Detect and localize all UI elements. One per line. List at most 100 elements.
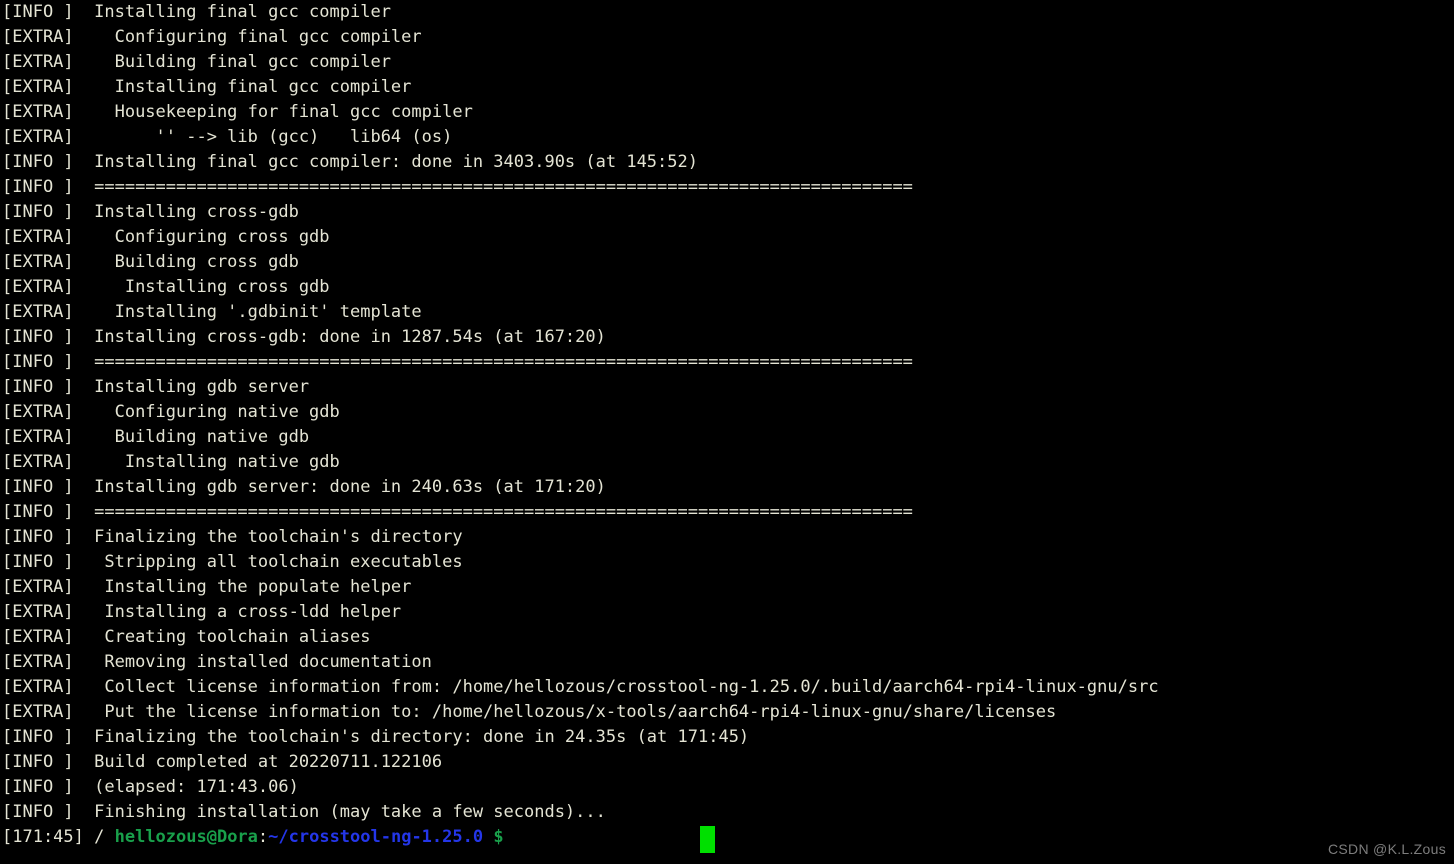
log-level-tag: [INFO ] xyxy=(2,177,74,197)
log-message: Removing installed documentation xyxy=(73,652,432,672)
terminal-line: [INFO ] ================================… xyxy=(2,350,1159,375)
prompt-colon: : xyxy=(257,827,269,847)
terminal-line: [INFO ] (elapsed: 171:43.06) xyxy=(2,775,1159,800)
text-cursor[interactable] xyxy=(700,826,715,853)
log-message: Installing native gdb xyxy=(73,452,340,472)
log-message: Building final gcc compiler xyxy=(73,52,391,72)
terminal-line: [EXTRA] Installing a cross-ldd helper xyxy=(2,600,1159,625)
prompt-dollar-sign: $ xyxy=(483,827,504,847)
terminal-line: [INFO ] ================================… xyxy=(2,500,1159,525)
log-message: Finishing installation (may take a few s… xyxy=(73,802,606,822)
log-message: Installing gdb server: done in 240.63s (… xyxy=(73,477,606,497)
log-message: Installing a cross-ldd helper xyxy=(73,602,402,622)
terminal-line: [EXTRA] Configuring final gcc compiler xyxy=(2,25,1159,50)
terminal-line: [INFO ] Finishing installation (may take… xyxy=(2,800,1159,825)
log-level-tag: [INFO ] xyxy=(2,802,74,822)
shell-prompt-line: [171:45] / hellozous@Dora:~/crosstool-ng… xyxy=(2,825,504,850)
log-message: ========================================… xyxy=(73,352,913,372)
terminal-line: [INFO ] Build completed at 20220711.1221… xyxy=(2,750,1159,775)
log-message: Installing gdb server xyxy=(73,377,310,397)
log-level-tag: [INFO ] xyxy=(2,152,74,172)
log-level-tag: [INFO ] xyxy=(2,327,74,347)
log-level-tag: [EXTRA] xyxy=(2,452,74,472)
log-message: Configuring native gdb xyxy=(73,402,340,422)
log-message: Configuring cross gdb xyxy=(73,227,330,247)
terminal-line: [INFO ] Installing cross-gdb: done in 12… xyxy=(2,325,1159,350)
log-level-tag: [EXTRA] xyxy=(2,602,74,622)
terminal-line: [EXTRA] Collect license information from… xyxy=(2,675,1159,700)
prompt-working-directory: ~/crosstool-ng-1.25.0 xyxy=(268,827,484,847)
log-message: Put the license information to: /home/he… xyxy=(73,702,1057,722)
log-level-tag: [EXTRA] xyxy=(2,677,74,697)
log-level-tag: [EXTRA] xyxy=(2,277,74,297)
log-level-tag: [INFO ] xyxy=(2,202,74,222)
log-message: Installing final gcc compiler xyxy=(73,2,391,22)
log-level-tag: [INFO ] xyxy=(2,552,74,572)
terminal-line: [EXTRA] Building native gdb xyxy=(2,425,1159,450)
log-message: Installing '.gdbinit' template xyxy=(73,302,422,322)
terminal-line: [EXTRA] Creating toolchain aliases xyxy=(2,625,1159,650)
log-message: Collect license information from: /home/… xyxy=(73,677,1159,697)
terminal-line: [INFO ] Installing gdb server xyxy=(2,375,1159,400)
log-level-tag: [EXTRA] xyxy=(2,27,74,47)
terminal-log-output: [INFO ] Installing final gcc compiler [EX… xyxy=(2,0,1159,825)
log-message: ========================================… xyxy=(73,177,913,197)
log-level-tag: [INFO ] xyxy=(2,777,74,797)
log-level-tag: [EXTRA] xyxy=(2,577,74,597)
log-level-tag: [INFO ] xyxy=(2,477,74,497)
log-level-tag: [EXTRA] xyxy=(2,102,74,122)
terminal-line: [INFO ] Finalizing the toolchain's direc… xyxy=(2,725,1159,750)
log-level-tag: [INFO ] xyxy=(2,752,74,772)
log-message: Stripping all toolchain executables xyxy=(73,552,463,572)
prompt-separator-slash: / xyxy=(83,827,115,847)
log-level-tag: [EXTRA] xyxy=(2,127,74,147)
log-level-tag: [EXTRA] xyxy=(2,302,74,322)
terminal-line: [INFO ] Finalizing the toolchain's direc… xyxy=(2,525,1159,550)
terminal-line: [EXTRA] Installing native gdb xyxy=(2,450,1159,475)
prompt-elapsed-time: [171:45] xyxy=(2,827,84,847)
log-message: Building native gdb xyxy=(73,427,310,447)
log-level-tag: [EXTRA] xyxy=(2,227,74,247)
terminal-line: [EXTRA] Building final gcc compiler xyxy=(2,50,1159,75)
log-level-tag: [EXTRA] xyxy=(2,652,74,672)
terminal-line: [EXTRA] Removing installed documentation xyxy=(2,650,1159,675)
terminal-line: [INFO ] Installing gdb server: done in 2… xyxy=(2,475,1159,500)
terminal-line: [EXTRA] Configuring native gdb xyxy=(2,400,1159,425)
log-message: Building cross gdb xyxy=(73,252,299,272)
log-level-tag: [EXTRA] xyxy=(2,52,74,72)
log-message: Installing the populate helper xyxy=(73,577,412,597)
log-level-tag: [EXTRA] xyxy=(2,77,74,97)
log-level-tag: [EXTRA] xyxy=(2,427,74,447)
terminal-line: [EXTRA] Installing '.gdbinit' template xyxy=(2,300,1159,325)
terminal-line: [INFO ] Stripping all toolchain executab… xyxy=(2,550,1159,575)
terminal-window[interactable]: [INFO ] Installing final gcc compiler [EX… xyxy=(0,0,1454,864)
terminal-line: [INFO ] Installing final gcc compiler: d… xyxy=(2,150,1159,175)
log-level-tag: [EXTRA] xyxy=(2,402,74,422)
log-message: '' --> lib (gcc) lib64 (os) xyxy=(73,127,453,147)
log-message: Build completed at 20220711.122106 xyxy=(73,752,443,772)
log-message: Finalizing the toolchain's directory: do… xyxy=(73,727,750,747)
log-message: Installing final gcc compiler xyxy=(73,77,412,97)
log-message: Installing final gcc compiler: done in 3… xyxy=(73,152,698,172)
prompt-user-host: hellozous@Dora xyxy=(114,827,258,847)
terminal-line: [EXTRA] Configuring cross gdb xyxy=(2,225,1159,250)
terminal-line: [EXTRA] '' --> lib (gcc) lib64 (os) xyxy=(2,125,1159,150)
log-message: Installing cross-gdb xyxy=(73,202,299,222)
log-level-tag: [EXTRA] xyxy=(2,252,74,272)
log-message: Installing cross gdb xyxy=(73,277,330,297)
log-message: Installing cross-gdb: done in 1287.54s (… xyxy=(73,327,606,347)
log-level-tag: [INFO ] xyxy=(2,352,74,372)
terminal-line: [EXTRA] Building cross gdb xyxy=(2,250,1159,275)
log-level-tag: [INFO ] xyxy=(2,727,74,747)
log-message: Configuring final gcc compiler xyxy=(73,27,422,47)
terminal-line: [EXTRA] Installing the populate helper xyxy=(2,575,1159,600)
terminal-line: [INFO ] ================================… xyxy=(2,175,1159,200)
watermark-label: CSDN @K.L.Zous xyxy=(1328,841,1446,857)
log-message: Housekeeping for final gcc compiler xyxy=(73,102,473,122)
terminal-line: [EXTRA] Put the license information to: … xyxy=(2,700,1159,725)
log-message: Creating toolchain aliases xyxy=(73,627,371,647)
log-level-tag: [INFO ] xyxy=(2,502,74,522)
log-level-tag: [EXTRA] xyxy=(2,702,74,722)
terminal-line: [INFO ] Installing cross-gdb xyxy=(2,200,1159,225)
terminal-line: [INFO ] Installing final gcc compiler xyxy=(2,0,1159,25)
